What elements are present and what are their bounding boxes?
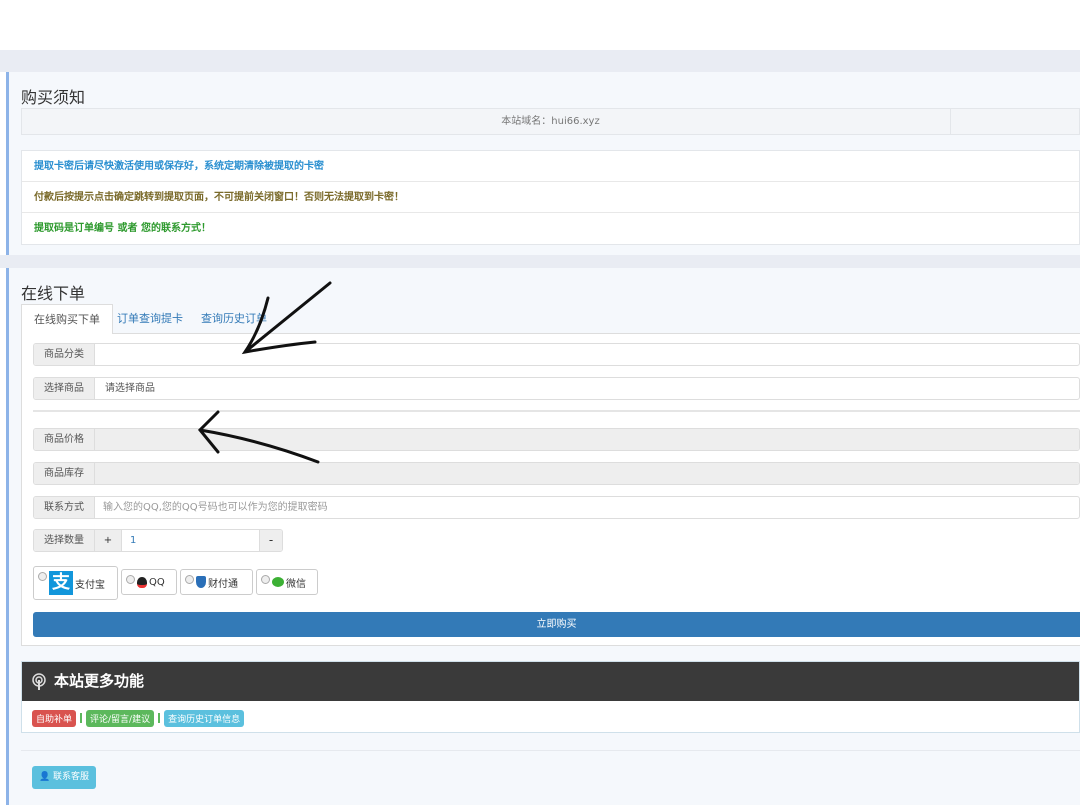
section-gap [0,255,1080,268]
qty-minus-button[interactable]: - [260,530,282,551]
more-features-header: 本站更多功能 [22,662,1079,701]
quantity-stepper: 选择数量 +1- [33,529,283,552]
order-tabs: 在线购买下单 订单查询提卡 查询历史订单 [21,304,1080,335]
qty-input[interactable]: 1 [122,530,260,551]
stock-value [95,463,1079,484]
notice-line: 提取码是订单编号 或者 您的联系方式！ [34,223,211,234]
more-features-title: 本站更多功能 [54,672,145,690]
stock-field: 商品库存 [33,462,1080,485]
more-features-panel: 本站更多功能 自助补单 评论/留言/建议 查询历史订单信息 [21,661,1080,733]
pay-tenpay[interactable]: 财付通 [180,569,253,595]
domain-text: 本站域名：hui66.xyz [501,116,600,127]
contact-input[interactable]: 输入您的QQ,您的QQ号码也可以作为您的提取密码 [95,497,1079,518]
stock-label: 商品库存 [34,463,95,484]
history-orders-link[interactable]: 查询历史订单信息 [164,710,245,727]
product-select[interactable]: 选择商品 请选择商品 [33,377,1080,400]
top-blank [0,0,1080,50]
pay-wechat[interactable]: 微信 [256,569,318,595]
tenpay-shield-icon [196,576,206,588]
category-value[interactable] [95,344,1079,365]
pay-qq[interactable]: QQ [121,569,177,595]
category-label: 商品分类 [34,344,95,365]
order-form: 商品分类 选择商品 请选择商品 商品价格 商品库存 联系方式 输入您的QQ,您的QQ… [21,334,1080,646]
price-label: 商品价格 [34,429,95,450]
alipay-icon: 支 [49,571,73,595]
notice-line: 付款后按提示点击确定跳转到提取页面，不可提前关闭窗口！否则无法提取到卡密！ [22,182,1079,213]
notice-line: 提取卡密后请尽快激活使用或保存好，系统定期清除被提取的卡密 [22,151,1079,182]
radio[interactable] [185,575,194,584]
wechat-icon [272,577,284,587]
qty-plus-button[interactable]: + [95,530,122,551]
pay-alipay[interactable]: 支支付宝 [33,566,118,600]
qty-label: 选择数量 [34,530,95,551]
notice-title: 购买须知 [21,88,86,107]
pay-label: 支付宝 [75,579,105,591]
order-panel: 在线下单 在线购买下单 订单查询提卡 查询历史订单 商品分类 选择商品 请选择商品… [6,268,1080,805]
user-icon: 👤 [38,772,51,782]
pay-label: QQ [149,576,165,588]
tab-query[interactable]: 订单查询提卡 [105,304,195,334]
feedback-link[interactable]: 评论/留言/建议 [86,710,155,727]
radio[interactable] [126,575,135,584]
notice-list: 提取卡密后请尽快激活使用或保存好，系统定期清除被提取的卡密 付款后按提示点击确定… [21,150,1080,245]
tab-history[interactable]: 查询历史订单 [189,304,279,334]
divider [33,410,1080,412]
broadcast-icon [32,673,46,690]
buy-now-button[interactable]: 立即购买 [33,612,1080,637]
pay-label: 财付通 [208,578,238,590]
tab-buy[interactable]: 在线购买下单 [21,304,113,335]
product-label: 选择商品 [34,378,95,399]
domain-bar: 本站域名：hui66.xyz [21,108,1080,135]
notice-panel: 购买须知 本站域名：hui66.xyz 提取卡密后请尽快激活使用或保存好，系统定… [6,72,1080,255]
contact-support-button[interactable]: 👤 联系客服 [32,766,96,789]
contact-label: 联系方式 [34,497,95,518]
price-value [95,429,1079,450]
self-reissue-link[interactable]: 自助补单 [32,710,77,727]
product-value[interactable]: 请选择商品 [95,378,1079,399]
contact-support-label: 联系客服 [53,772,90,782]
contact-field[interactable]: 联系方式 输入您的QQ,您的QQ号码也可以作为您的提取密码 [33,496,1080,519]
category-select[interactable]: 商品分类 [33,343,1080,366]
radio[interactable] [38,572,47,581]
price-field: 商品价格 [33,428,1080,451]
divider [21,750,1080,751]
radio[interactable] [261,575,270,584]
qq-penguin-icon [137,576,147,588]
pay-label: 微信 [286,578,306,590]
top-band [0,50,1080,72]
order-title: 在线下单 [21,284,86,303]
